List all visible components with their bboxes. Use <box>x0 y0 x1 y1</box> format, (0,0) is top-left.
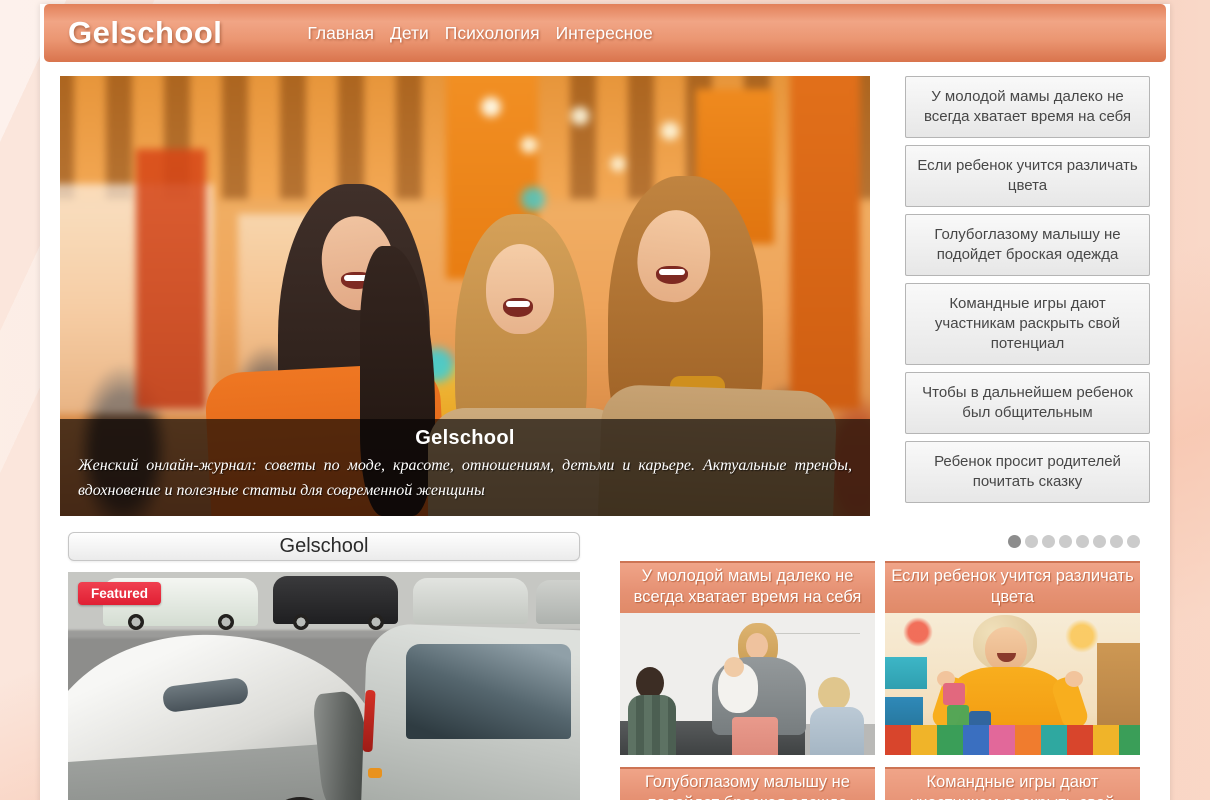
pagination-dot-8[interactable] <box>1127 535 1140 548</box>
nav-item-home[interactable]: Главная <box>307 23 374 44</box>
article-card-team-games[interactable]: Командные игры дают участникам раскрыть … <box>885 767 1140 800</box>
carousel-pagination <box>620 532 1140 548</box>
hero-caption-text: Женский онлайн-журнал: советы по моде, к… <box>78 454 852 504</box>
hero-caption-title: Gelschool <box>78 427 852 450</box>
main-nav: Главная Дети Психология Интересное <box>307 23 652 44</box>
site-logo[interactable]: Gelschool <box>68 15 222 51</box>
article-card-blue-eyed[interactable]: Голубоглазому малышу не подойдет броская… <box>620 767 875 800</box>
card-image-toddler[interactable] <box>885 613 1140 755</box>
sidebar-link-sociable[interactable]: Чтобы в дальнейшем ребенок был общительн… <box>905 372 1150 434</box>
sidebar-link-team-games[interactable]: Командные игры дают участникам раскрыть … <box>905 283 1150 365</box>
nav-item-children[interactable]: Дети <box>390 23 429 44</box>
pagination-dot-5[interactable] <box>1076 535 1089 548</box>
card-title[interactable]: Командные игры дают участникам раскрыть … <box>885 767 1140 800</box>
pagination-dot-6[interactable] <box>1093 535 1106 548</box>
sidebar: У молодой мамы далеко не всегда хватает … <box>905 76 1150 516</box>
section-heading: Gelschool <box>68 532 580 561</box>
sidebar-link-fairy-tale[interactable]: Ребенок просит родителей почитать сказку <box>905 441 1150 503</box>
article-card-colors[interactable]: Если ребенок учится различать цвета <box>885 561 1140 755</box>
card-title[interactable]: Голубоглазому малышу не подойдет броская… <box>620 767 875 800</box>
pagination-dot-3[interactable] <box>1042 535 1055 548</box>
featured-badge: Featured <box>78 582 161 605</box>
content-row: Gelschool Featured <box>40 532 1170 800</box>
sidebar-link-colors[interactable]: Если ребенок учится различать цвета <box>905 145 1150 207</box>
pagination-dot-2[interactable] <box>1025 535 1038 548</box>
featured-article-image[interactable]: Featured <box>68 572 580 800</box>
cards-column: У молодой мамы далеко не всегда хватает … <box>620 532 1140 800</box>
sidebar-link-blue-eyed[interactable]: Голубоглазому малышу не подойдет броская… <box>905 214 1150 276</box>
card-image-mother[interactable] <box>620 613 875 755</box>
article-cards: У молодой мамы далеко не всегда хватает … <box>620 561 1140 800</box>
pagination-dot-1[interactable] <box>1008 535 1021 548</box>
nav-item-psychology[interactable]: Психология <box>445 23 540 44</box>
page-background: Gelschool Главная Дети Психология Интере… <box>0 0 1210 800</box>
pagination-dot-4[interactable] <box>1059 535 1072 548</box>
card-title[interactable]: Если ребенок учится различать цвета <box>885 561 1140 613</box>
hero-row: Gelschool Женский онлайн-журнал: советы … <box>40 62 1170 516</box>
content-panel: Gelschool Главная Дети Психология Интере… <box>40 4 1170 800</box>
card-title[interactable]: У молодой мамы далеко не всегда хватает … <box>620 561 875 613</box>
pagination-dot-7[interactable] <box>1110 535 1123 548</box>
sidebar-link-young-mom[interactable]: У молодой мамы далеко не всегда хватает … <box>905 76 1150 138</box>
hero-caption: Gelschool Женский онлайн-журнал: советы … <box>60 419 870 516</box>
site-header: Gelschool Главная Дети Психология Интере… <box>44 4 1166 62</box>
article-card-young-mom[interactable]: У молодой мамы далеко не всегда хватает … <box>620 561 875 755</box>
featured-column: Gelschool Featured <box>68 532 580 800</box>
hero-image: Gelschool Женский онлайн-журнал: советы … <box>60 76 870 516</box>
nav-item-interesting[interactable]: Интересное <box>556 23 653 44</box>
